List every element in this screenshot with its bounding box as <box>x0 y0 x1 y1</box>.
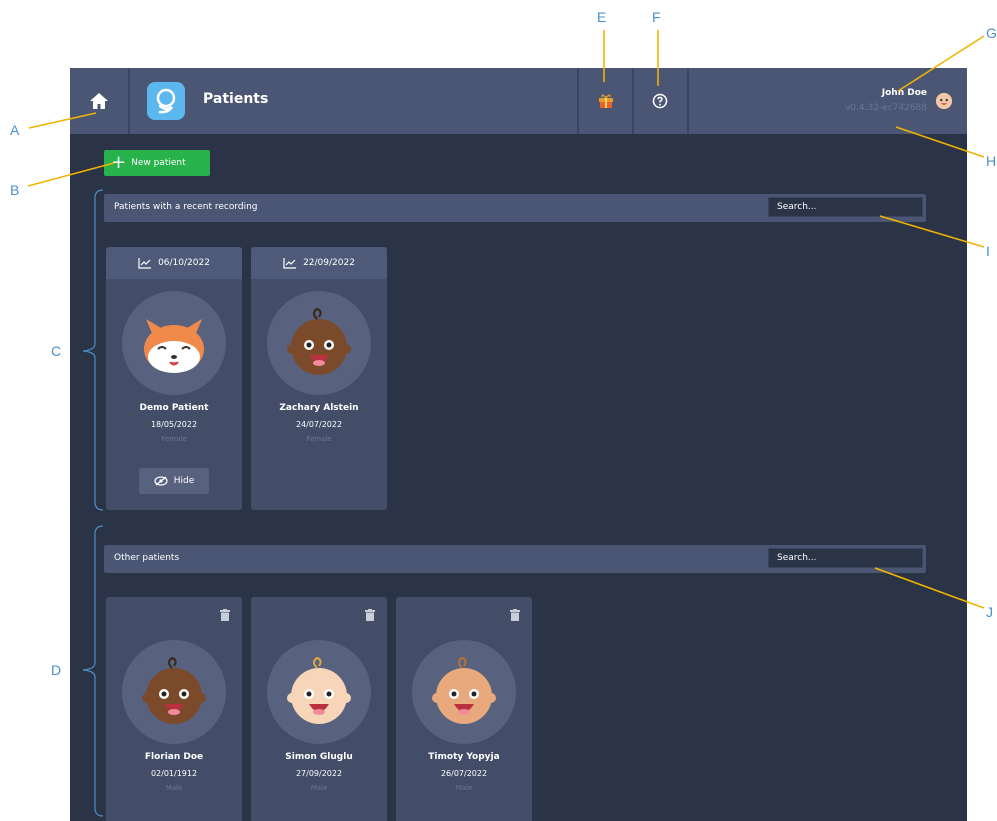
patient-card[interactable]: Florian Doe 02/01/1912 Male <box>106 597 242 821</box>
annotation-label-e: E <box>597 9 607 25</box>
annotation-label-i: I <box>986 243 990 259</box>
eye-slash-icon <box>154 476 168 486</box>
baby-face-icon <box>287 656 351 724</box>
annotation-label-c: C <box>51 343 62 359</box>
recording-date: 22/09/2022 <box>251 247 387 279</box>
avatar <box>267 640 371 744</box>
patient-birthdate: 24/07/2022 <box>295 420 343 429</box>
recording-date-text: 22/09/2022 <box>303 258 355 268</box>
page-title: Patients <box>203 91 269 107</box>
patient-name: Demo Patient <box>139 403 209 413</box>
trash-icon[interactable] <box>220 609 230 621</box>
patient-name: Florian Doe <box>144 752 204 762</box>
patient-card[interactable]: Timoty Yopyja 26/07/2022 Male <box>396 597 532 821</box>
plus-icon: + <box>111 152 127 173</box>
patient-name: Zachary Alstein <box>279 403 359 413</box>
recent-patients-header: Patients with a recent recording Search.… <box>104 194 926 222</box>
patient-name: Simon Gluglu <box>285 752 353 762</box>
patient-card[interactable]: 22/09/2022 Zachary Alstein 24/07/2022 Fe… <box>251 247 387 510</box>
patient-birthdate: 02/01/1912 <box>150 769 198 778</box>
top-bar: Patients John Doe v0.4.32-ec742688 <box>70 68 967 134</box>
hide-button[interactable]: Hide <box>139 468 209 494</box>
user-name[interactable]: John Doe <box>882 88 927 98</box>
section-title: Other patients <box>114 553 180 563</box>
patient-card[interactable]: Simon Gluglu 27/09/2022 Male <box>251 597 387 821</box>
patient-sex: Male <box>455 784 473 792</box>
avatar <box>267 291 371 395</box>
patient-birthdate: 18/05/2022 <box>150 420 198 429</box>
annotation-label-j: J <box>986 604 993 620</box>
section-title: Patients with a recent recording <box>114 202 258 212</box>
version-label: v0.4.32-ec742688 <box>844 103 927 113</box>
trash-icon[interactable] <box>510 609 520 621</box>
trash-icon[interactable] <box>365 609 375 621</box>
baby-face-icon <box>142 656 206 724</box>
recent-search-input[interactable]: Search... <box>768 197 923 217</box>
baby-face-icon <box>432 656 496 724</box>
patient-birthdate: 26/07/2022 <box>440 769 488 778</box>
avatar <box>122 291 226 395</box>
topbar-divider <box>128 68 130 134</box>
new-patient-label: New patient <box>131 158 186 168</box>
patient-sex: Female <box>306 435 332 443</box>
chart-line-icon <box>283 258 297 269</box>
app-logo-icon <box>147 82 185 120</box>
hide-label: Hide <box>173 476 195 486</box>
avatar <box>412 640 516 744</box>
patient-card[interactable]: 06/10/2022 Demo Patient 18/05/2022 Femal… <box>106 247 242 510</box>
recording-date-text: 06/10/2022 <box>158 258 210 268</box>
patient-birthdate: 27/09/2022 <box>295 769 343 778</box>
annotation-label-a: A <box>10 122 20 138</box>
gift-icon <box>599 94 613 108</box>
annotation-label-g: G <box>986 25 997 41</box>
patient-sex: Female <box>161 435 187 443</box>
annotation-label-f: F <box>652 9 661 25</box>
fox-icon <box>144 319 204 373</box>
baby-face-icon <box>287 307 351 375</box>
help-icon <box>652 93 668 109</box>
recording-date: 06/10/2022 <box>106 247 242 279</box>
annotation-label-d: D <box>51 662 62 678</box>
patient-sex: Male <box>165 784 183 792</box>
home-icon <box>90 93 108 109</box>
avatar <box>122 640 226 744</box>
patient-name: Timoty Yopyja <box>428 752 500 762</box>
annotation-label-b: B <box>10 182 20 198</box>
help-button[interactable] <box>633 68 687 134</box>
chart-line-icon <box>138 258 152 269</box>
topbar-divider <box>687 68 689 134</box>
home-button[interactable] <box>70 68 128 134</box>
gift-button[interactable] <box>579 68 633 134</box>
other-patients-header: Other patients Search... <box>104 545 926 573</box>
app-window: Patients John Doe v0.4.32-ec742688 + New… <box>70 68 967 821</box>
patient-sex: Male <box>310 784 328 792</box>
other-search-input[interactable]: Search... <box>768 548 923 568</box>
baby-avatar-icon[interactable] <box>935 92 953 110</box>
new-patient-button[interactable]: + New patient <box>104 150 210 176</box>
annotation-label-h: H <box>986 153 997 169</box>
